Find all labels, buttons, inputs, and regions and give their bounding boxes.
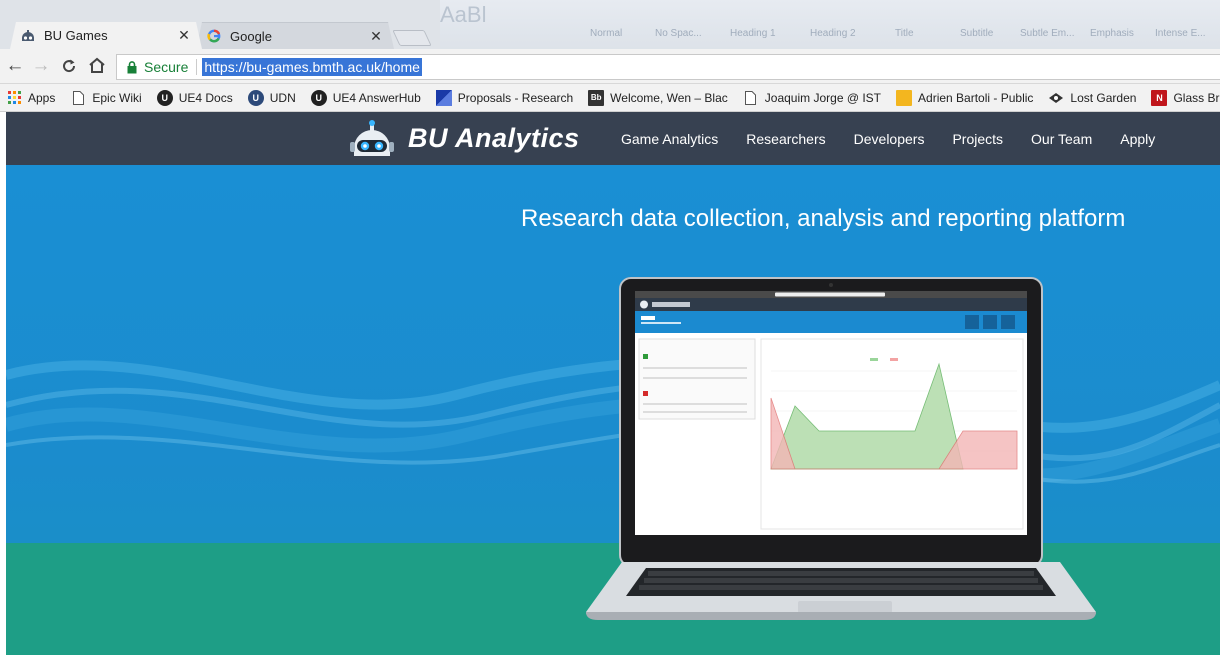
home-icon[interactable]	[86, 55, 108, 77]
lock-icon	[127, 60, 137, 73]
unreal-icon: U	[247, 89, 264, 106]
page-icon	[743, 90, 759, 106]
nav-our-team[interactable]: Our Team	[1031, 131, 1092, 147]
laptop-lid	[619, 277, 1043, 567]
url-text[interactable]: https://bu-games.bmth.ac.uk/home	[202, 58, 422, 76]
hero-tagline: Research data collection, analysis and r…	[521, 205, 1126, 232]
bookmark-apps[interactable]: Apps	[6, 90, 55, 106]
forward-arrow-icon[interactable]: →	[30, 55, 52, 77]
bookmarks-bar: Apps Epic Wiki U UE4 Docs U UDN U UE4 An…	[0, 84, 1220, 112]
bookmark-label: UDN	[269, 90, 296, 105]
unreal-icon: U	[310, 89, 327, 106]
background-window-ribbon: AaBl Normal No Spac... Heading 1 Heading…	[440, 0, 1220, 49]
nav-apply[interactable]: Apply	[1120, 131, 1155, 147]
site-menu: Game Analytics Researchers Developers Pr…	[621, 112, 1183, 165]
ribbon-ghost-item: Heading 2	[810, 28, 856, 39]
back-arrow-icon[interactable]: ←	[4, 55, 26, 77]
reload-icon[interactable]	[58, 55, 80, 77]
bookmark-label: Lost Garden	[1070, 90, 1137, 105]
tab-close-icon[interactable]: ✕	[176, 27, 192, 44]
logo-text: BU Analytics	[408, 122, 580, 153]
google-g-icon	[206, 29, 222, 43]
lost-garden-icon	[1048, 90, 1064, 106]
page-icon	[70, 90, 86, 106]
secure-label: Secure	[144, 59, 189, 75]
browser-toolbar: ← → Secure https://bu-games.bmth.ac.uk/h…	[0, 49, 1220, 84]
bookmark-epic-wiki[interactable]: Epic Wiki	[70, 90, 142, 106]
ribbon-ghost-item: Intense E...	[1155, 28, 1206, 39]
tab-close-icon[interactable]: ✕	[368, 28, 384, 45]
ribbon-ghost-big: AaBl	[440, 2, 487, 27]
nav-researchers[interactable]: Researchers	[746, 131, 825, 147]
tab-strip: AaBl Normal No Spac... Heading 1 Heading…	[0, 0, 1220, 49]
bookmark-label: UE4 AnswerHub	[332, 90, 421, 105]
bu-robot-icon	[20, 29, 36, 43]
hero-section: Research data collection, analysis and r…	[6, 165, 1220, 655]
ribbon-ghost-item: No Spac...	[655, 28, 702, 39]
ribbon-ghost-item: Heading 1	[730, 28, 776, 39]
laptop-mockup	[586, 277, 1111, 620]
bookmark-label: UE4 Docs	[178, 90, 233, 105]
new-tab-button[interactable]	[392, 30, 432, 46]
bookmark-label: Apps	[28, 90, 56, 105]
laptop-screen-preview	[635, 291, 1027, 535]
bookmark-label: Adrien Bartoli - Public	[918, 90, 1034, 105]
tab-google[interactable]: Google ✕	[196, 22, 394, 49]
bookmark-blackboard[interactable]: Bb Welcome, Wen – Blac	[588, 89, 728, 106]
bookmark-glass-brain[interactable]: N Glass Brain |	[1151, 89, 1220, 106]
dashboard-screenshot-image	[635, 291, 1027, 530]
blackboard-icon: Bb	[588, 89, 605, 106]
secure-indicator[interactable]: Secure	[117, 59, 198, 75]
nav-game-analytics[interactable]: Game Analytics	[621, 131, 718, 147]
site-logo[interactable]: BU Analytics	[348, 118, 580, 158]
apps-grid-icon	[6, 90, 22, 106]
unreal-icon: U	[156, 89, 173, 106]
tab-title: BU Games	[44, 28, 108, 43]
nav-projects[interactable]: Projects	[952, 131, 1003, 147]
bookmark-proposals[interactable]: Proposals - Research	[435, 89, 574, 106]
browser-window: AaBl Normal No Spac... Heading 1 Heading…	[0, 0, 1220, 655]
laptop-camera	[829, 283, 833, 287]
glass-brain-icon: N	[1151, 89, 1168, 106]
bookmark-label: Glass Brain |	[1173, 90, 1220, 105]
ribbon-ghost-item: Subtitle	[960, 28, 994, 39]
bookmark-ue4-answerhub[interactable]: U UE4 AnswerHub	[310, 89, 421, 106]
ribbon-ghost-item: Emphasis	[1090, 28, 1134, 39]
tab-bu-games[interactable]: BU Games ✕	[10, 22, 202, 49]
bookmark-adrien-bartoli[interactable]: Adrien Bartoli - Public	[896, 89, 1034, 106]
proposals-icon	[435, 89, 452, 106]
webpage: BU Analytics Game Analytics Researchers …	[6, 112, 1220, 655]
tab-title: Google	[230, 28, 272, 44]
bookmark-label: Joaquim Jorge @ IST	[764, 90, 882, 105]
bookmark-lost-garden[interactable]: Lost Garden	[1048, 90, 1136, 106]
address-bar[interactable]: Secure https://bu-games.bmth.ac.uk/home	[116, 54, 1220, 80]
bookmark-label: Proposals - Research	[457, 90, 574, 105]
ribbon-ghost-item: Normal	[590, 28, 623, 39]
robot-mascot-icon	[350, 120, 394, 156]
bookmark-label: Epic Wiki	[92, 90, 142, 105]
bookmark-ue4-docs[interactable]: U UE4 Docs	[156, 89, 233, 106]
bookmark-joaquim-jorge[interactable]: Joaquim Jorge @ IST	[743, 90, 881, 106]
ribbon-ghost-item: Title	[895, 28, 914, 39]
bookmark-label: Welcome, Wen – Blac	[610, 90, 728, 105]
laptop-base	[586, 562, 1096, 620]
bookmark-udn[interactable]: U UDN	[247, 89, 296, 106]
nav-developers[interactable]: Developers	[854, 131, 925, 147]
ribbon-ghost-item: Subtle Em...	[1020, 28, 1075, 39]
folder-icon	[896, 89, 913, 106]
site-navbar: BU Analytics Game Analytics Researchers …	[6, 112, 1220, 165]
